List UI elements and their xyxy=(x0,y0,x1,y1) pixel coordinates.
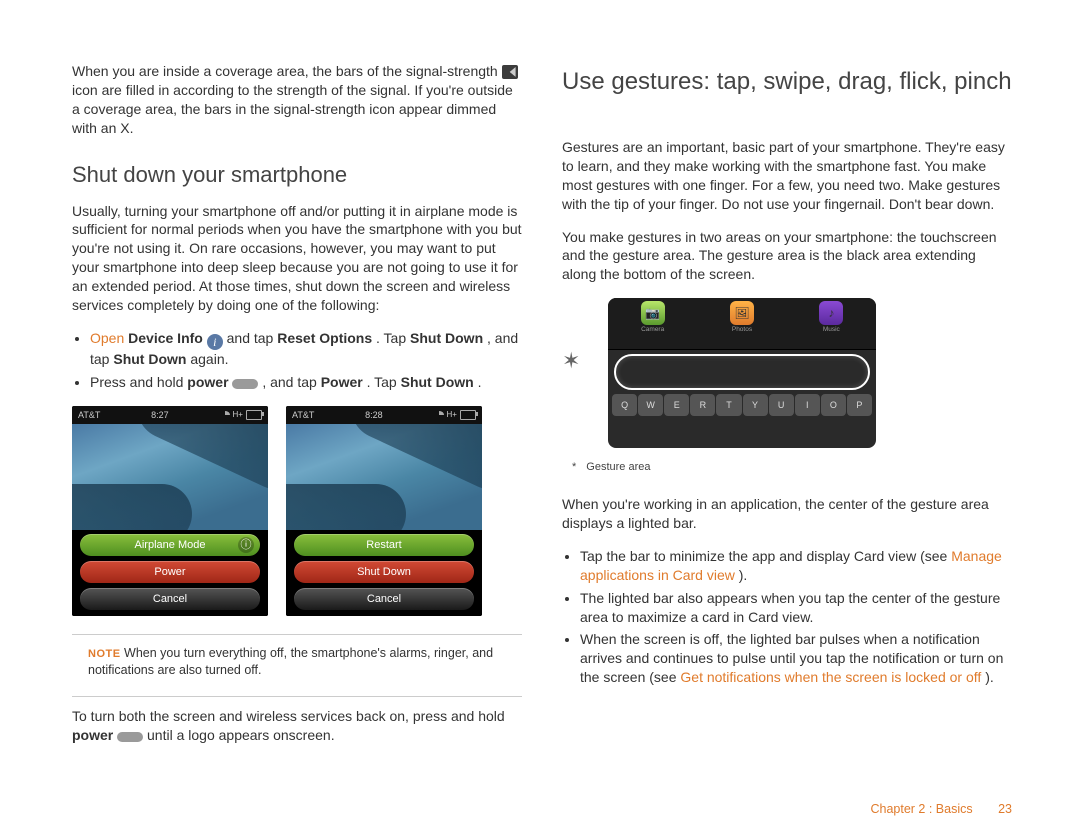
keyboard-row: Q W E R T Y U I O P xyxy=(608,394,876,420)
phone-gesture-illustration: 📷Camera 🖼Photos ♪Music Q W E R T Y U I O… xyxy=(608,298,876,448)
carrier-label: AT&T xyxy=(292,410,314,420)
page-number: 23 xyxy=(998,802,1012,816)
key: O xyxy=(821,394,846,416)
carrier-label: AT&T xyxy=(78,410,100,420)
restart-button[interactable]: Restart xyxy=(294,534,474,556)
text-bold: power xyxy=(72,727,113,743)
button-label: Cancel xyxy=(367,593,401,605)
text: and tap xyxy=(227,330,278,346)
wifi-icon xyxy=(434,411,444,419)
note-text: When you turn everything off, the smartp… xyxy=(88,646,493,677)
notifications-link[interactable]: Get notifications when the screen is loc… xyxy=(680,669,981,685)
key: Y xyxy=(743,394,768,416)
button-label: Cancel xyxy=(153,593,187,605)
power-button[interactable]: Power xyxy=(80,561,260,583)
shutdown-steps: Open Device Info i and tap Reset Options… xyxy=(72,329,522,392)
text-bold: Device Info xyxy=(128,330,203,346)
text: , and tap xyxy=(262,374,320,390)
icon-label: Photos xyxy=(732,326,752,333)
heading-gestures: Use gestures: tap, swipe, drag, flick, p… xyxy=(562,68,1012,96)
text-bold: Shut Down xyxy=(401,374,474,390)
screenshot-airplane-mode: AT&T 8:27 H+ Airplane Modeⓘ Power Cancel xyxy=(72,406,268,616)
button-label: Airplane Mode xyxy=(135,539,206,551)
battery-icon xyxy=(460,410,476,420)
divider xyxy=(72,634,522,635)
button-label: Restart xyxy=(366,539,401,551)
shut-down-button[interactable]: Shut Down xyxy=(294,561,474,583)
step-device-info: Open Device Info i and tap Reset Options… xyxy=(90,329,522,369)
key: I xyxy=(795,394,820,416)
wifi-icon xyxy=(220,411,230,419)
signal-paragraph: When you are inside a coverage area, the… xyxy=(72,62,522,138)
chapter-label: Chapter 2 : Basics xyxy=(870,802,972,816)
text: . Tap xyxy=(376,330,410,346)
right-column: Use gestures: tap, swipe, drag, flick, p… xyxy=(562,62,1012,759)
gesture-area-figure: ✶ 📷Camera 🖼Photos ♪Music Q W E R T Y U I xyxy=(562,298,1012,448)
text: . Tap xyxy=(367,374,401,390)
text: Tap the bar to minimize the app and disp… xyxy=(580,548,951,564)
page-footer: Chapter 2 : Basics 23 xyxy=(870,802,1012,816)
key: E xyxy=(664,394,689,416)
icon-label: Camera xyxy=(641,326,664,333)
button-label: Shut Down xyxy=(357,566,411,578)
text-bold: Shut Down xyxy=(113,351,186,367)
gestures-paragraph-3: When you're working in an application, t… xyxy=(562,495,1012,533)
step-power-hold: Press and hold power , and tap Power . T… xyxy=(90,373,522,392)
button-label: Power xyxy=(154,566,185,578)
text: until a logo appears onscreen. xyxy=(147,727,335,743)
turn-on-paragraph: To turn both the screen and wireless ser… xyxy=(72,707,522,745)
note-block: NOTE When you turn everything off, the s… xyxy=(72,645,522,679)
gesture-area-outline xyxy=(614,354,870,390)
cancel-button[interactable]: Cancel xyxy=(294,588,474,610)
text: ). xyxy=(739,567,748,583)
note-label: NOTE xyxy=(88,648,121,660)
clock-label: 8:28 xyxy=(365,410,383,420)
screenshot-restart: AT&T 8:28 H+ Restart Shut Down Cancel xyxy=(286,406,482,616)
airplane-mode-button[interactable]: Airplane Mode ⓘ xyxy=(80,534,260,556)
device-info-icon: i xyxy=(207,334,223,350)
photos-app-icon: 🖼 xyxy=(730,301,754,325)
text-bold: power xyxy=(187,374,228,390)
signal-strength-icon xyxy=(502,65,518,79)
divider xyxy=(72,696,522,697)
music-app-icon: ♪ xyxy=(819,301,843,325)
text: . xyxy=(478,374,482,390)
clock-label: 8:27 xyxy=(151,410,169,420)
power-button-icon xyxy=(232,379,258,389)
shutdown-paragraph: Usually, turning your smartphone off and… xyxy=(72,202,522,315)
text: again. xyxy=(190,351,228,367)
text: Press and hold xyxy=(90,374,187,390)
cancel-button[interactable]: Cancel xyxy=(80,588,260,610)
power-button-icon xyxy=(117,732,143,742)
text: To turn both the screen and wireless ser… xyxy=(72,708,505,724)
left-column: When you are inside a coverage area, the… xyxy=(72,62,522,759)
text: icon are filled in according to the stre… xyxy=(72,82,513,136)
key: Q xyxy=(612,394,637,416)
icon-label: Music xyxy=(823,326,840,333)
heading-shutdown: Shut down your smartphone xyxy=(72,162,522,188)
caption-text: Gesture area xyxy=(586,461,650,473)
text-bold: Reset Options xyxy=(277,330,372,346)
asterisk-marker: ✶ xyxy=(562,348,580,374)
list-item: The lighted bar also appears when you ta… xyxy=(580,589,1012,627)
list-item: When the screen is off, the lighted bar … xyxy=(580,630,1012,687)
key: T xyxy=(716,394,741,416)
text: ). xyxy=(985,669,994,685)
key: R xyxy=(690,394,715,416)
figure-caption: *Gesture area xyxy=(572,460,1012,475)
key: U xyxy=(769,394,794,416)
text-bold: Power xyxy=(321,374,363,390)
gestures-paragraph-2: You make gestures in two areas on your s… xyxy=(562,228,1012,285)
text: When you are inside a coverage area, the… xyxy=(72,63,502,79)
lighted-bar-list: Tap the bar to minimize the app and disp… xyxy=(562,547,1012,687)
gestures-paragraph-1: Gestures are an important, basic part of… xyxy=(562,138,1012,214)
info-icon: ⓘ xyxy=(238,537,254,553)
key: W xyxy=(638,394,663,416)
camera-app-icon: 📷 xyxy=(641,301,665,325)
open-link[interactable]: Open xyxy=(90,330,124,346)
text-bold: Shut Down xyxy=(410,330,483,346)
battery-icon xyxy=(246,410,262,420)
list-item: Tap the bar to minimize the app and disp… xyxy=(580,547,1012,585)
key: P xyxy=(847,394,872,416)
